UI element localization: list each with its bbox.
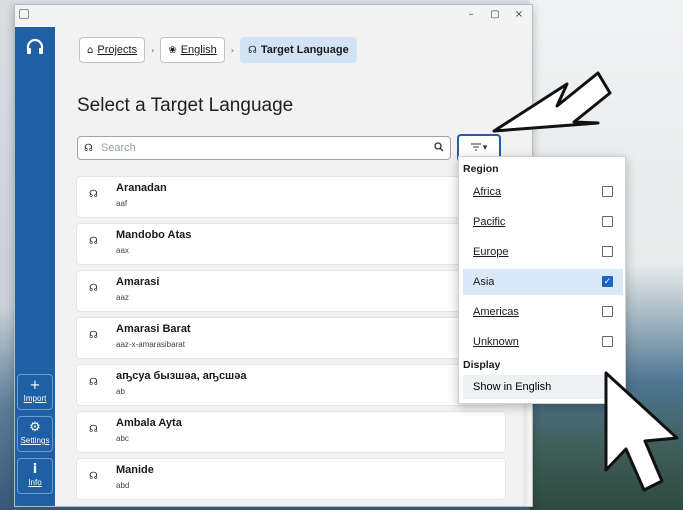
- ear-icon: ❀: [168, 44, 177, 56]
- app-window: – ▢ × + Import ⚙ Settings i Info ⌂ Proje…: [14, 4, 533, 507]
- region-label: Asia: [473, 276, 495, 288]
- speaker-icon: ☊: [89, 330, 98, 341]
- list-item[interactable]: ☊ Amarasi Barat aaz-x-amarasibarat: [77, 318, 505, 358]
- region-label: Pacific: [473, 216, 506, 228]
- language-name: Manide: [116, 464, 154, 476]
- checkbox[interactable]: [602, 306, 613, 317]
- language-name: аҧсуа бызшәа, аҧсшәа: [116, 370, 247, 382]
- language-name: Amarasi: [116, 276, 160, 288]
- region-heading: Region: [463, 163, 499, 175]
- plus-icon: +: [29, 378, 41, 393]
- language-list: ☊ Aranadan aaf ☊ Mandobo Atas aax ☊ Amar…: [77, 177, 505, 506]
- breadcrumb: ⌂ Projects › ❀ English › ☊ Target Langua…: [79, 37, 357, 63]
- speaker-icon: ☊: [89, 377, 98, 388]
- import-button[interactable]: + Import: [17, 374, 53, 410]
- language-code: aax: [116, 246, 129, 255]
- page-title: Select a Target Language: [77, 95, 294, 116]
- region-label: Unknown: [473, 336, 519, 348]
- speaker-icon: ☊: [89, 189, 98, 200]
- list-item[interactable]: ☊ Mandobo Atas aax: [77, 224, 505, 264]
- maximize-button[interactable]: ▢: [490, 7, 500, 23]
- app-icon: [19, 9, 29, 19]
- display-option-label: Show in English: [473, 381, 552, 393]
- minimize-button[interactable]: –: [466, 7, 476, 23]
- language-code: aaz: [116, 293, 129, 302]
- chevron-down-icon: ▾: [482, 143, 488, 153]
- language-code: abd: [116, 481, 130, 490]
- list-item[interactable]: ☊ Ambala Ayta abc: [77, 412, 505, 452]
- search-icon[interactable]: [434, 141, 444, 155]
- info-button[interactable]: i Info: [17, 458, 53, 494]
- window-controls: – ▢ ×: [466, 7, 524, 23]
- info-label: Info: [28, 478, 42, 487]
- speaker-icon: ☊: [89, 283, 98, 294]
- breadcrumb-target-language: ☊ Target Language: [239, 37, 357, 63]
- region-option-europe[interactable]: Europe: [463, 239, 623, 265]
- speaker-icon: ☊: [89, 236, 98, 247]
- filter-icon: [470, 143, 481, 154]
- checkbox[interactable]: [602, 216, 613, 227]
- region-option-asia[interactable]: Asia ✓: [463, 269, 623, 295]
- checkbox[interactable]: [602, 246, 613, 257]
- show-in-english-option[interactable]: Show in English: [463, 375, 605, 399]
- breadcrumb-english-label: English: [180, 44, 217, 56]
- speaker-icon: ☊: [247, 44, 257, 56]
- list-item[interactable]: ☊ Manide abd: [77, 459, 505, 499]
- speaker-icon: ☊: [89, 471, 98, 482]
- title-bar: – ▢ ×: [15, 5, 532, 27]
- region-option-africa[interactable]: Africa: [463, 179, 623, 205]
- breadcrumb-english[interactable]: ❀ English: [160, 37, 225, 63]
- import-label: Import: [23, 394, 47, 403]
- region-label: Africa: [473, 186, 502, 198]
- desktop-background-left: [0, 0, 14, 510]
- region-option-unknown[interactable]: Unknown: [463, 329, 623, 355]
- list-item[interactable]: ☊ Aranadan aaf: [77, 177, 505, 217]
- home-icon: ⌂: [87, 44, 94, 56]
- settings-button[interactable]: ⚙ Settings: [17, 416, 53, 452]
- close-button[interactable]: ×: [514, 7, 524, 23]
- sidebar: + Import ⚙ Settings i Info: [15, 27, 55, 506]
- chevron-right-icon: ›: [151, 45, 155, 55]
- breadcrumb-projects-label: Projects: [97, 44, 138, 56]
- display-heading: Display: [463, 359, 501, 371]
- region-label: Europe: [473, 246, 509, 258]
- gear-icon: ⚙: [29, 420, 41, 435]
- checkbox[interactable]: [602, 186, 613, 197]
- list-item[interactable]: ☊ Amarasi aaz: [77, 271, 505, 311]
- info-icon: i: [32, 462, 38, 477]
- language-name: Mandobo Atas: [116, 229, 192, 241]
- language-code: aaf: [116, 199, 128, 208]
- settings-label: Settings: [20, 436, 50, 445]
- chevron-right-icon: ›: [230, 45, 234, 55]
- language-code: aaz-x-amarasibarat: [116, 340, 185, 349]
- language-name: Aranadan: [116, 182, 167, 194]
- region-label: Americas: [473, 306, 519, 318]
- speaker-icon: ☊: [89, 424, 98, 435]
- language-code: abc: [116, 434, 129, 443]
- breadcrumb-projects[interactable]: ⌂ Projects: [79, 37, 146, 63]
- breadcrumb-target-language-label: Target Language: [260, 44, 349, 56]
- region-option-pacific[interactable]: Pacific: [463, 209, 623, 235]
- list-item[interactable]: ☊ аҧсуа бызшәа, аҧсшәа ab: [77, 365, 505, 405]
- language-code: ab: [116, 387, 125, 396]
- speaker-icon: ☊: [84, 142, 93, 154]
- filter-dropdown: Region Africa Pacific Europe Asia ✓ Amer…: [458, 156, 626, 404]
- search-input[interactable]: [100, 142, 426, 154]
- checkbox[interactable]: [602, 336, 613, 347]
- search-box: ☊: [77, 136, 451, 160]
- language-name: Ambala Ayta: [116, 417, 182, 429]
- checkbox-checked[interactable]: ✓: [602, 276, 613, 287]
- headphones-icon: [25, 37, 45, 57]
- region-option-americas[interactable]: Americas: [463, 299, 623, 325]
- language-name: Amarasi Barat: [116, 323, 191, 335]
